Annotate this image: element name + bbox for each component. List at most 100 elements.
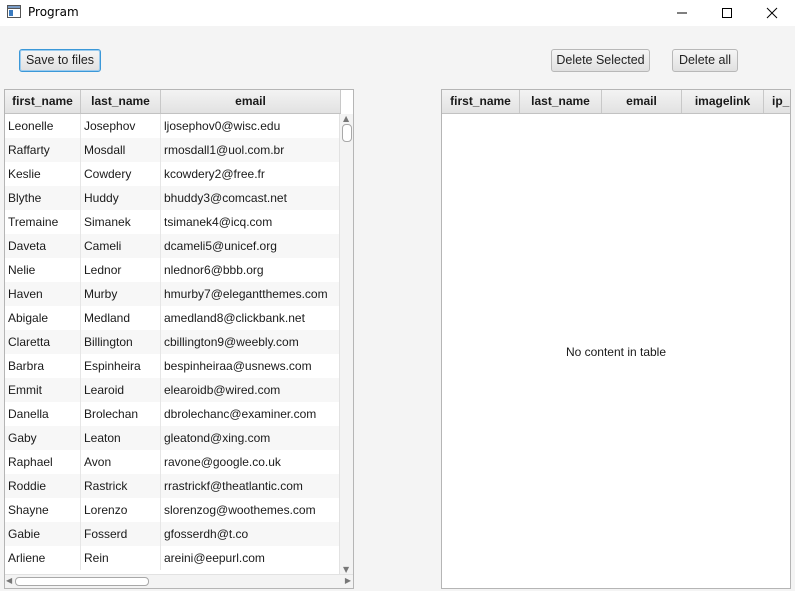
cell-first-name: Raphael xyxy=(5,450,81,474)
scroll-right-icon[interactable]: ▶ xyxy=(345,576,351,585)
table-row[interactable]: Claretta Billington cbillington9@weebly.co… xyxy=(5,330,341,354)
table-row[interactable]: Keslie Cowdery kcowdery2@free.fr xyxy=(5,162,341,186)
close-icon xyxy=(766,7,778,19)
cell-last-name: Fosserd xyxy=(81,522,161,546)
cell-last-name: Billington xyxy=(81,330,161,354)
cell-email: ravone@google.co.uk xyxy=(161,450,341,474)
cell-last-name: Lednor xyxy=(81,258,161,282)
maximize-icon xyxy=(722,8,732,18)
selected-table[interactable]: first_name last_name email imagelink ip_… xyxy=(441,89,791,589)
column-header-email[interactable]: email xyxy=(602,90,682,113)
column-header-email[interactable]: email xyxy=(161,90,341,113)
table-row[interactable]: Blythe Huddy bhuddy3@comcast.net xyxy=(5,186,341,210)
table-row[interactable]: Shayne Lorenzo slorenzog@woothemes.com xyxy=(5,498,341,522)
app-icon xyxy=(7,5,21,18)
cell-last-name: Huddy xyxy=(81,186,161,210)
cell-first-name: Daveta xyxy=(5,234,81,258)
cell-last-name: Murby xyxy=(81,282,161,306)
table-row[interactable]: Nelie Lednor nlednor6@bbb.org xyxy=(5,258,341,282)
minimize-icon xyxy=(677,12,687,14)
cell-email: gfosserdh@t.co xyxy=(161,522,341,546)
title-bar: Program xyxy=(0,0,795,26)
table-row[interactable]: Danella Brolechan dbrolechanc@examiner.com xyxy=(5,402,341,426)
table-row[interactable]: Leonelle Josephov ljosephov0@wisc.edu xyxy=(5,114,341,138)
cell-last-name: Simanek xyxy=(81,210,161,234)
column-header-first-name[interactable]: first_name xyxy=(442,90,520,113)
cell-first-name: Nelie xyxy=(5,258,81,282)
cell-first-name: Haven xyxy=(5,282,81,306)
cell-email: rmosdall1@uol.com.br xyxy=(161,138,341,162)
cell-email: ljosephov0@wisc.edu xyxy=(161,114,341,138)
column-header-imagelink[interactable]: imagelink xyxy=(682,90,764,113)
table-header: first_name last_name email xyxy=(5,90,341,114)
cell-first-name: Danella xyxy=(5,402,81,426)
cell-email: slorenzog@woothemes.com xyxy=(161,498,341,522)
cell-last-name: Learoid xyxy=(81,378,161,402)
table-row[interactable]: Abigale Medland amedland8@clickbank.net xyxy=(5,306,341,330)
close-button[interactable] xyxy=(749,0,795,26)
cell-last-name: Mosdall xyxy=(81,138,161,162)
cell-last-name: Cameli xyxy=(81,234,161,258)
delete-all-button[interactable]: Delete all xyxy=(672,49,738,72)
cell-first-name: Leonelle xyxy=(5,114,81,138)
cell-last-name: Josephov xyxy=(81,114,161,138)
cell-email: bhuddy3@comcast.net xyxy=(161,186,341,210)
cell-first-name: Abigale xyxy=(5,306,81,330)
column-header-ip[interactable]: ip_ xyxy=(764,90,790,113)
table-row[interactable]: Haven Murby hmurby7@elegantthemes.com xyxy=(5,282,341,306)
cell-email: hmurby7@elegantthemes.com xyxy=(161,282,341,306)
table-row[interactable]: Gaby Leaton gleatond@xing.com xyxy=(5,426,341,450)
table-row[interactable]: Daveta Cameli dcameli5@unicef.org xyxy=(5,234,341,258)
table-row[interactable]: Emmit Learoid elearoidb@wired.com xyxy=(5,378,341,402)
cell-email: bespinheiraa@usnews.com xyxy=(161,354,341,378)
cell-first-name: Keslie xyxy=(5,162,81,186)
cell-last-name: Rein xyxy=(81,546,161,570)
cell-email: dcameli5@unicef.org xyxy=(161,234,341,258)
horizontal-scroll-thumb[interactable] xyxy=(15,577,149,586)
minimize-button[interactable] xyxy=(659,0,705,26)
table-row[interactable]: Arliene Rein areini@eepurl.com xyxy=(5,546,341,570)
table-body: Leonelle Josephov ljosephov0@wisc.edu Raffa… xyxy=(5,114,341,574)
cell-email: gleatond@xing.com xyxy=(161,426,341,450)
cell-last-name: Medland xyxy=(81,306,161,330)
column-header-first-name[interactable]: first_name xyxy=(5,90,81,113)
cell-first-name: Tremaine xyxy=(5,210,81,234)
cell-email: elearoidb@wired.com xyxy=(161,378,341,402)
table-row[interactable]: Gabie Fosserd gfosserdh@t.co xyxy=(5,522,341,546)
column-header-last-name[interactable]: last_name xyxy=(520,90,602,113)
column-header-last-name[interactable]: last_name xyxy=(81,90,161,113)
cell-email: kcowdery2@free.fr xyxy=(161,162,341,186)
horizontal-scrollbar[interactable]: ◀ ▶ xyxy=(5,574,353,588)
cell-last-name: Leaton xyxy=(81,426,161,450)
cell-last-name: Cowdery xyxy=(81,162,161,186)
cell-first-name: Roddie xyxy=(5,474,81,498)
cell-email: amedland8@clickbank.net xyxy=(161,306,341,330)
table-header: first_name last_name email imagelink ip_ xyxy=(442,90,790,114)
cell-first-name: Gaby xyxy=(5,426,81,450)
cell-last-name: Rastrick xyxy=(81,474,161,498)
delete-selected-button[interactable]: Delete Selected xyxy=(551,49,650,72)
scroll-up-icon[interactable]: ▲ xyxy=(343,114,349,123)
maximize-button[interactable] xyxy=(704,0,750,26)
table-row[interactable]: Tremaine Simanek tsimanek4@icq.com xyxy=(5,210,341,234)
cell-first-name: Arliene xyxy=(5,546,81,570)
cell-first-name: Shayne xyxy=(5,498,81,522)
cell-email: nlednor6@bbb.org xyxy=(161,258,341,282)
window-title: Program xyxy=(28,5,79,19)
cell-first-name: Barbra xyxy=(5,354,81,378)
table-row[interactable]: Raphael Avon ravone@google.co.uk xyxy=(5,450,341,474)
cell-last-name: Brolechan xyxy=(81,402,161,426)
cell-last-name: Lorenzo xyxy=(81,498,161,522)
save-to-files-button[interactable]: Save to files xyxy=(19,49,101,72)
people-table[interactable]: first_name last_name email Leonelle Josep… xyxy=(4,89,354,589)
table-row[interactable]: Barbra Espinheira bespinheiraa@usnews.com xyxy=(5,354,341,378)
scroll-left-icon[interactable]: ◀ xyxy=(6,576,12,585)
table-row[interactable]: Raffarty Mosdall rmosdall1@uol.com.br xyxy=(5,138,341,162)
table-row[interactable]: Roddie Rastrick rrastrickf@theatlantic.com xyxy=(5,474,341,498)
cell-last-name: Espinheira xyxy=(81,354,161,378)
vertical-scroll-thumb[interactable] xyxy=(342,124,352,142)
vertical-scrollbar[interactable]: ▲ ▼ xyxy=(339,114,353,574)
scroll-down-icon[interactable]: ▼ xyxy=(343,565,349,574)
cell-first-name: Blythe xyxy=(5,186,81,210)
cell-email: dbrolechanc@examiner.com xyxy=(161,402,341,426)
